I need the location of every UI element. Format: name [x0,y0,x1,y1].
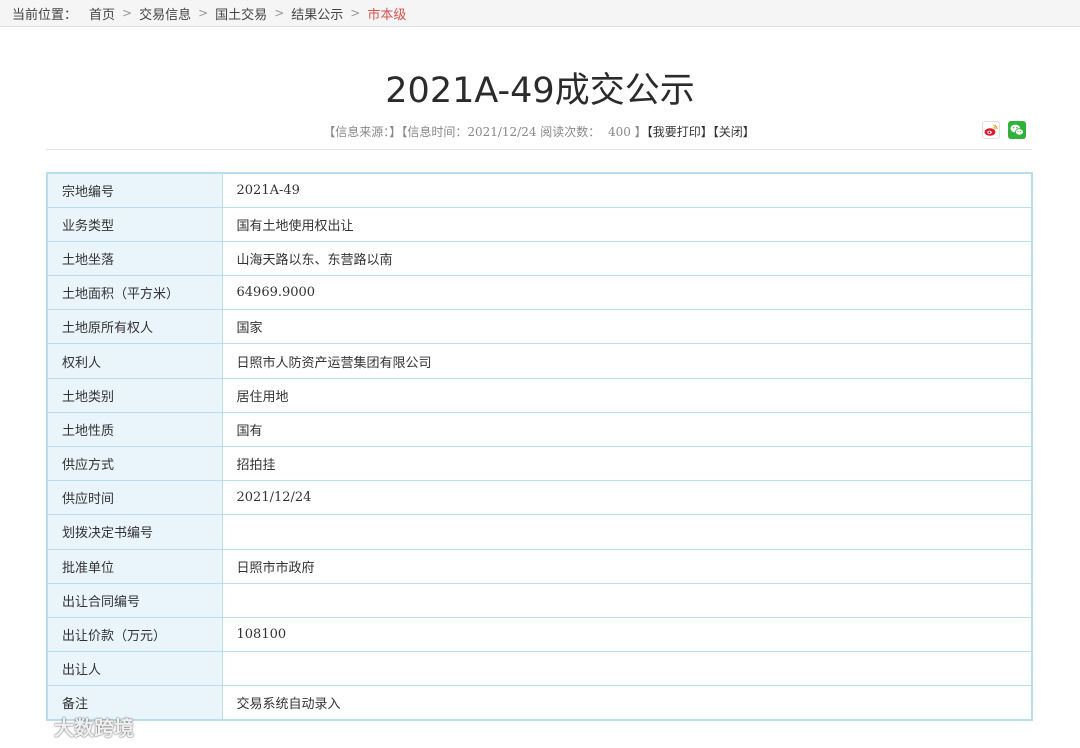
table-row: 土地坐落 山海天路以东、东营路以南 [46,240,1033,277]
row-label: 土地类别 [46,377,223,413]
watermark-text: 大数跨境 [54,716,134,740]
row-value: 2021/12/24 [221,480,1033,516]
table-row: 土地面积（平方米） 64969.9000 [46,275,1033,311]
table-row: 宗地编号 2021A-49 [46,172,1033,208]
row-label: 土地原所有权人 [46,309,223,345]
row-label: 出让合同编号 [46,582,223,618]
row-label: 宗地编号 [46,172,223,208]
breadcrumb: 当前位置： 首页 > 交易信息 > 国土交易 > 结果公示 > 市本级 [0,0,1080,27]
row-label: 业务类型 [46,206,223,242]
print-link[interactable]: 【我要打印】 [647,125,713,139]
table-row: 土地原所有权人 国家 [46,309,1033,345]
meta-time-prefix: 【信息时间：2021/12/24 阅读次数： [401,125,601,139]
row-value: 居住用地 [221,377,1033,413]
row-label: 权利人 [46,343,223,379]
row-label: 供应时间 [46,480,223,516]
row-label: 划拨决定书编号 [46,514,223,550]
row-label: 供应方式 [46,445,223,482]
row-value: 国有土地使用权出让 [221,206,1033,242]
table-row: 供应时间 2021/12/24 [46,480,1033,516]
row-label: 出让人 [46,651,223,687]
row-label: 出让价款（万元） [46,616,223,653]
row-value: 日照市市政府 [221,548,1033,584]
table-row: 土地性质 国有 [46,411,1033,448]
row-value: 山海天路以东、东营路以南 [221,240,1033,277]
meta-source-prefix: 【信息来源： [323,125,390,139]
table-row: 权利人 日照市人防资产运营集团有限公司 [46,343,1033,379]
chevron-right-icon: > [350,6,361,20]
row-label: 土地坐落 [46,240,223,277]
chevron-right-icon: > [274,6,285,20]
row-value: 108100 [221,616,1033,653]
chevron-right-icon: > [198,6,209,20]
table-row: 出让合同编号 [46,582,1033,618]
land-info-table: 宗地编号 2021A-49 业务类型 国有土地使用权出让 土地坐落 山海天路以东、东营路以… [46,172,1033,721]
breadcrumb-home[interactable]: 首页 [89,4,115,23]
meta-info: 【信息来源：】【信息时间：2021/12/24 阅读次数： 400 】【我要打印… [46,123,1032,140]
row-value: 国有 [221,411,1033,448]
watermark-logo-icon [10,716,44,735]
row-value: 2021A-49 [221,172,1033,208]
wechat-icon[interactable] [1008,121,1026,139]
meta-time-suffix: 】 [634,125,647,139]
row-value [221,582,1033,618]
table-row: 批准单位 日照市市政府 [46,548,1033,584]
breadcrumb-results[interactable]: 结果公示 [291,4,343,23]
article-meta: 【信息来源：】【信息时间：2021/12/24 阅读次数： 400 】【我要打印… [46,119,1032,149]
row-value: 64969.9000 [221,275,1033,311]
weibo-icon[interactable] [982,121,1000,139]
table-row: 备注 交易系统自动录入 [46,685,1033,721]
breadcrumb-land-trade[interactable]: 国土交易 [215,4,267,23]
row-value [221,514,1033,550]
row-label: 批准单位 [46,548,223,584]
table-row: 出让人 [46,651,1033,687]
breadcrumb-trade-info[interactable]: 交易信息 [139,4,191,23]
row-value: 国家 [221,309,1033,345]
row-label: 土地性质 [46,411,223,448]
table-row: 业务类型 国有土地使用权出让 [46,206,1033,242]
chevron-right-icon: > [122,6,133,20]
table-row: 土地类别 居住用地 [46,377,1033,413]
row-value: 交易系统自动录入 [221,685,1033,721]
breadcrumb-current[interactable]: 市本级 [367,4,406,23]
close-link[interactable]: 【关闭】 [713,125,755,139]
breadcrumb-label: 当前位置： [12,7,78,23]
meta-read-count: 400 [607,125,631,139]
divider [46,149,1032,150]
table-row: 出让价款（万元） 108100 [46,616,1033,653]
row-value [221,651,1033,687]
watermark: 大数跨境 [8,712,134,741]
row-value: 日照市人防资产运营集团有限公司 [221,343,1033,379]
meta-source-suffix: 】 [389,125,402,139]
share-buttons [982,121,1026,139]
table-row: 供应方式 招拍挂 [46,445,1033,482]
page-title: 2021A-49成交公示 [385,71,695,111]
row-value: 招拍挂 [221,445,1033,482]
row-label: 土地面积（平方米） [46,275,223,311]
table-row: 划拨决定书编号 [46,514,1033,550]
